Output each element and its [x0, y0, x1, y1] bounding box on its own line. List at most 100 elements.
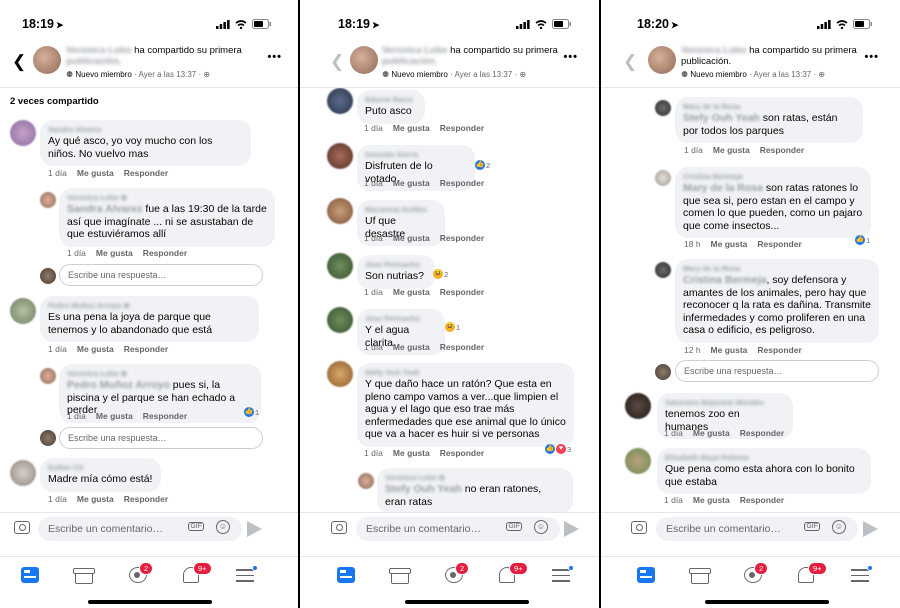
avatar[interactable]	[655, 170, 671, 186]
reply-button[interactable]: Responder	[124, 168, 168, 178]
avatar[interactable]	[625, 393, 651, 419]
camera-icon[interactable]	[331, 521, 347, 534]
reply-button[interactable]: Responder	[143, 411, 187, 421]
reaction-count[interactable]: 😆 2	[433, 269, 448, 279]
marketplace-icon[interactable]	[689, 568, 711, 584]
groups-icon[interactable]: 2	[744, 562, 769, 583]
reaction-count[interactable]: 👍 2	[475, 160, 490, 170]
more-options-icon[interactable]: •••	[864, 51, 879, 63]
reply-button[interactable]: Responder	[143, 248, 187, 258]
avatar[interactable]	[350, 46, 378, 74]
avatar[interactable]	[358, 473, 374, 489]
like-button[interactable]: Me gusta	[711, 239, 748, 249]
back-arrow-icon[interactable]: ❮	[623, 52, 637, 72]
home-icon[interactable]	[21, 567, 39, 583]
more-options-icon[interactable]: •••	[563, 51, 578, 63]
back-arrow-icon[interactable]: ❮	[330, 52, 344, 72]
home-icon[interactable]	[637, 567, 655, 583]
reaction-count[interactable]: 😆 1	[445, 322, 460, 332]
like-button[interactable]: Me gusta	[77, 344, 114, 354]
avatar[interactable]	[327, 307, 353, 333]
menu-icon[interactable]	[236, 565, 258, 582]
groups-icon[interactable]: 2	[129, 562, 154, 583]
like-button[interactable]: Me gusta	[77, 168, 114, 178]
camera-icon[interactable]	[14, 521, 30, 534]
avatar[interactable]	[327, 361, 353, 387]
emoji-icon[interactable]: ☺	[832, 520, 846, 534]
home-icon[interactable]	[337, 567, 355, 583]
avatar[interactable]	[655, 100, 671, 116]
avatar[interactable]	[40, 192, 56, 208]
groups-icon[interactable]: 2	[445, 562, 470, 583]
notifications-icon[interactable]: 9+	[798, 562, 827, 583]
reply-button[interactable]: Responder	[740, 495, 784, 505]
like-button[interactable]: Me gusta	[393, 342, 430, 352]
more-options-icon[interactable]: •••	[267, 51, 282, 63]
like-button[interactable]: Me gusta	[693, 495, 730, 505]
reply-input[interactable]: Escribe una respuesta…	[59, 264, 263, 286]
menu-icon[interactable]	[552, 565, 574, 582]
like-button[interactable]: Me gusta	[393, 287, 430, 297]
comment-input[interactable]: Escribe un comentario… GIF ☺	[356, 517, 560, 541]
like-button[interactable]: Me gusta	[693, 428, 730, 438]
emoji-icon[interactable]: ☺	[534, 520, 548, 534]
gif-icon[interactable]: GIF	[506, 522, 522, 531]
reply-button[interactable]: Responder	[124, 494, 168, 504]
avatar[interactable]	[33, 46, 61, 74]
reply-button[interactable]: Responder	[440, 342, 484, 352]
avatar[interactable]	[655, 262, 671, 278]
reply-button[interactable]: Responder	[440, 287, 484, 297]
comment-bubble: Stefy Ouh Yeah Y que daño hace un ratón? …	[357, 363, 574, 447]
avatar[interactable]	[327, 253, 353, 279]
reply-button[interactable]: Responder	[760, 145, 804, 155]
like-button[interactable]: Me gusta	[393, 178, 430, 188]
reaction-count[interactable]: 👍 1	[855, 235, 870, 245]
camera-icon[interactable]	[631, 521, 647, 534]
avatar[interactable]	[327, 88, 353, 114]
like-button[interactable]: Me gusta	[77, 494, 114, 504]
reply-button[interactable]: Responder	[440, 448, 484, 458]
avatar[interactable]	[327, 143, 353, 169]
reaction-count[interactable]: 👍 1	[244, 407, 259, 417]
reply-input[interactable]: Escribe una respuesta…	[675, 360, 879, 382]
avatar[interactable]	[10, 460, 36, 486]
marketplace-icon[interactable]	[389, 568, 411, 584]
notifications-icon[interactable]: 9+	[499, 562, 528, 583]
reaction-count[interactable]: 👍 ♥ 3	[545, 444, 571, 454]
like-button[interactable]: Me gusta	[713, 145, 750, 155]
like-button[interactable]: Me gusta	[96, 248, 133, 258]
like-button[interactable]: Me gusta	[393, 448, 430, 458]
gif-icon[interactable]: GIF	[188, 522, 204, 531]
avatar[interactable]	[40, 368, 56, 384]
reply-button[interactable]: Responder	[757, 239, 801, 249]
like-button[interactable]: Me gusta	[393, 123, 430, 133]
reply-button[interactable]: Responder	[124, 344, 168, 354]
emoji-icon[interactable]: ☺	[216, 520, 230, 534]
comment-input[interactable]: Escribe un comentario… GIF ☺	[38, 517, 242, 541]
reply-button[interactable]: Responder	[757, 345, 801, 355]
like-reaction-icon: 👍	[244, 407, 254, 417]
reply-button[interactable]: Responder	[440, 178, 484, 188]
share-count[interactable]: 2 veces compartido	[10, 96, 99, 107]
menu-icon[interactable]	[851, 565, 873, 582]
send-icon[interactable]	[863, 521, 878, 537]
reply-button[interactable]: Responder	[740, 428, 784, 438]
avatar[interactable]	[625, 448, 651, 474]
like-button[interactable]: Me gusta	[711, 345, 748, 355]
marketplace-icon[interactable]	[73, 568, 95, 584]
like-button[interactable]: Me gusta	[96, 411, 133, 421]
reply-button[interactable]: Responder	[440, 233, 484, 243]
reply-button[interactable]: Responder	[440, 123, 484, 133]
like-button[interactable]: Me gusta	[393, 233, 430, 243]
reply-input[interactable]: Escribe una respuesta…	[59, 427, 263, 449]
avatar[interactable]	[10, 298, 36, 324]
gif-icon[interactable]: GIF	[804, 522, 820, 531]
avatar[interactable]	[10, 120, 36, 146]
comment-input[interactable]: Escribe un comentario… GIF ☺	[656, 517, 858, 541]
back-arrow-icon[interactable]: ❮	[12, 52, 26, 72]
send-icon[interactable]	[247, 521, 262, 537]
avatar[interactable]	[648, 46, 676, 74]
send-icon[interactable]	[564, 521, 579, 537]
notifications-icon[interactable]: 9+	[183, 562, 212, 583]
avatar[interactable]	[327, 198, 353, 224]
